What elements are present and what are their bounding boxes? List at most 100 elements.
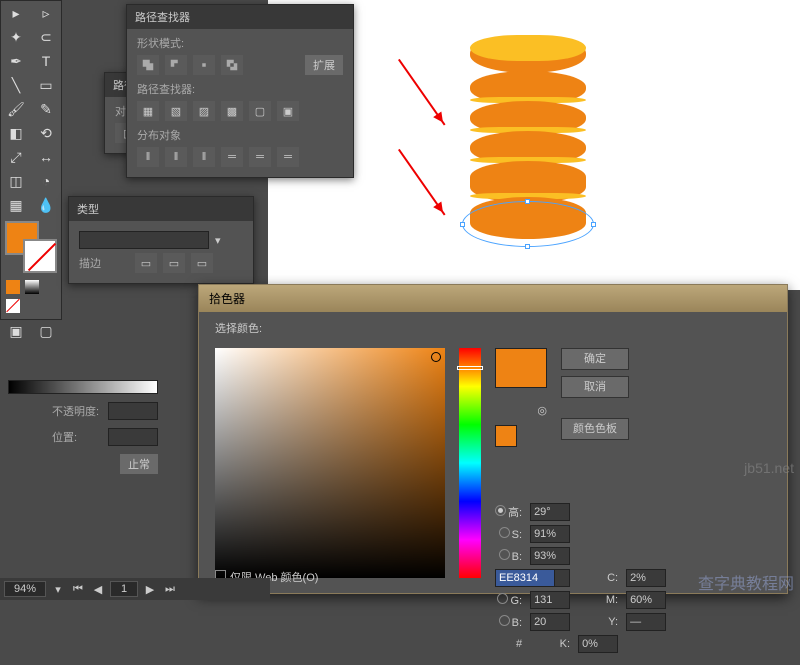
lasso-tool[interactable]: ⊂ [31, 25, 61, 49]
sv-marker-icon [431, 352, 441, 362]
brush-tool[interactable]: 🖌 [1, 97, 31, 121]
annotation-arrow [398, 59, 446, 126]
hue-input[interactable] [530, 503, 570, 521]
magic-wand-tool[interactable]: ✦ [1, 25, 31, 49]
opacity-input[interactable] [108, 402, 158, 420]
tool-palette: ▸▹ ✦⊂ ✒T ╲▭ 🖌✎ ◧⟲ ⤢↔ ◫◔ ▦💧 ▣▢ [0, 0, 62, 320]
shape-builder-tool[interactable]: ◔ [31, 169, 61, 193]
selection-tool[interactable]: ▸ [1, 1, 31, 25]
hex-input[interactable] [495, 569, 555, 587]
font-family-select[interactable] [79, 231, 209, 249]
screen-mode-tool[interactable]: ▣ [1, 319, 31, 343]
line-tool[interactable]: ╲ [1, 73, 31, 97]
dist-icon[interactable]: ═ [277, 147, 299, 167]
stop-button[interactable]: 止常 [120, 454, 158, 474]
distribute-label: 分布对象 [137, 127, 343, 143]
b-radio[interactable] [499, 615, 510, 626]
trim-icon[interactable]: ▧ [165, 101, 187, 121]
sat-radio[interactable] [499, 527, 510, 538]
color-picker-dialog: 拾色器 选择颜色: ◎ 确定 取消 颜色色板 高: S: [198, 284, 788, 594]
unite-icon[interactable] [137, 55, 159, 75]
type-panel: 类型 ▾ 描边 ▭ ▭ ▭ [68, 196, 254, 284]
zoom-dropdown-icon[interactable]: ▾ [50, 581, 66, 597]
panel-tab[interactable]: 类型 [69, 197, 253, 221]
first-page-icon[interactable]: ⏮ [70, 581, 86, 597]
g-input[interactable] [530, 591, 570, 609]
zoom-input[interactable] [4, 581, 46, 597]
minus-back-icon[interactable]: ▣ [277, 101, 299, 121]
outline-icon[interactable]: ▢ [249, 101, 271, 121]
eyedropper-tool[interactable]: 💧 [31, 193, 61, 217]
gradient-panel: 不透明度: 位置: 止常 [8, 380, 158, 460]
dist-icon[interactable]: ═ [249, 147, 271, 167]
watermark: 查字典教程网 [698, 570, 794, 594]
exclude-icon[interactable] [221, 55, 243, 75]
g-radio[interactable] [497, 593, 508, 604]
merge-icon[interactable]: ▨ [193, 101, 215, 121]
align-stroke-icon[interactable]: ▭ [191, 253, 213, 273]
width-tool[interactable]: ↔ [31, 145, 61, 169]
dist-icon[interactable]: ‖ [193, 147, 215, 167]
saturation-value-field[interactable] [215, 348, 445, 578]
sat-input[interactable] [530, 525, 570, 543]
color-mode-swatch[interactable] [6, 280, 20, 294]
b-input[interactable] [530, 613, 570, 631]
hue-slider[interactable] [459, 348, 481, 578]
status-bar: ▾ ⏮ ◀ ▶ ⏭ [0, 578, 270, 600]
gradient-mode-swatch[interactable] [25, 280, 39, 294]
opacity-label: 不透明度: [52, 403, 102, 419]
panel-title[interactable]: 路径查找器 [127, 5, 353, 29]
pathfinder-section-label: 路径查找器: [137, 81, 343, 97]
dist-icon[interactable]: ═ [221, 147, 243, 167]
dropdown-icon[interactable]: ▾ [215, 234, 221, 247]
scale-tool[interactable]: ⤢ [1, 145, 31, 169]
m-input[interactable] [626, 591, 666, 609]
position-input[interactable] [108, 428, 158, 446]
none-mode-swatch[interactable] [6, 299, 20, 313]
direct-select-tool[interactable]: ▹ [31, 1, 61, 25]
crop-icon[interactable]: ▩ [221, 101, 243, 121]
dist-icon[interactable]: ‖ [165, 147, 187, 167]
stroke-swatch[interactable] [23, 239, 57, 273]
intersect-icon[interactable] [193, 55, 215, 75]
bri-input[interactable] [530, 547, 570, 565]
c-input[interactable] [626, 569, 666, 587]
new-color-preview [495, 348, 547, 388]
last-page-icon[interactable]: ⏭ [162, 581, 178, 597]
old-color-preview[interactable] [495, 425, 517, 447]
divide-icon[interactable]: ▦ [137, 101, 159, 121]
gradient-slider[interactable] [8, 380, 158, 394]
dist-icon[interactable]: ‖ [137, 147, 159, 167]
rotate-tool[interactable]: ⟲ [31, 121, 61, 145]
eraser-tool[interactable]: ◧ [1, 121, 31, 145]
free-transform-tool[interactable]: ◫ [1, 169, 31, 193]
watermark: jb51.net [744, 460, 794, 476]
align-stroke-icon[interactable]: ▭ [163, 253, 185, 273]
pencil-tool[interactable]: ✎ [31, 97, 61, 121]
pen-tool[interactable]: ✒ [1, 49, 31, 73]
rectangle-tool[interactable]: ▭ [31, 73, 61, 97]
database-artwork[interactable] [470, 35, 586, 239]
ok-button[interactable]: 确定 [561, 348, 629, 370]
page-input[interactable] [110, 581, 138, 597]
bri-radio[interactable] [499, 549, 510, 560]
annotation-arrow [398, 149, 446, 216]
hue-marker-icon [457, 366, 483, 370]
cancel-button[interactable]: 取消 [561, 376, 629, 398]
gradient-tool[interactable]: ▦ [1, 193, 31, 217]
next-page-icon[interactable]: ▶ [142, 581, 158, 597]
expand-button[interactable]: 扩展 [305, 55, 343, 75]
align-stroke-icon[interactable]: ▭ [135, 253, 157, 273]
position-label: 位置: [52, 429, 102, 445]
selection-bounds [462, 201, 594, 247]
hue-radio[interactable] [495, 505, 506, 516]
y-input[interactable] [626, 613, 666, 631]
minus-front-icon[interactable] [165, 55, 187, 75]
prev-page-icon[interactable]: ◀ [90, 581, 106, 597]
change-screen-tool[interactable]: ▢ [31, 319, 61, 343]
pathfinder-panel: 路径查找器 形状模式: 扩展 路径查找器: ▦ ▧ ▨ ▩ ▢ ▣ 分布对象 ‖… [126, 4, 354, 178]
k-input[interactable] [578, 635, 618, 653]
dialog-title[interactable]: 拾色器 [199, 285, 787, 312]
swatches-button[interactable]: 颜色色板 [561, 418, 629, 440]
type-tool[interactable]: T [31, 49, 61, 73]
